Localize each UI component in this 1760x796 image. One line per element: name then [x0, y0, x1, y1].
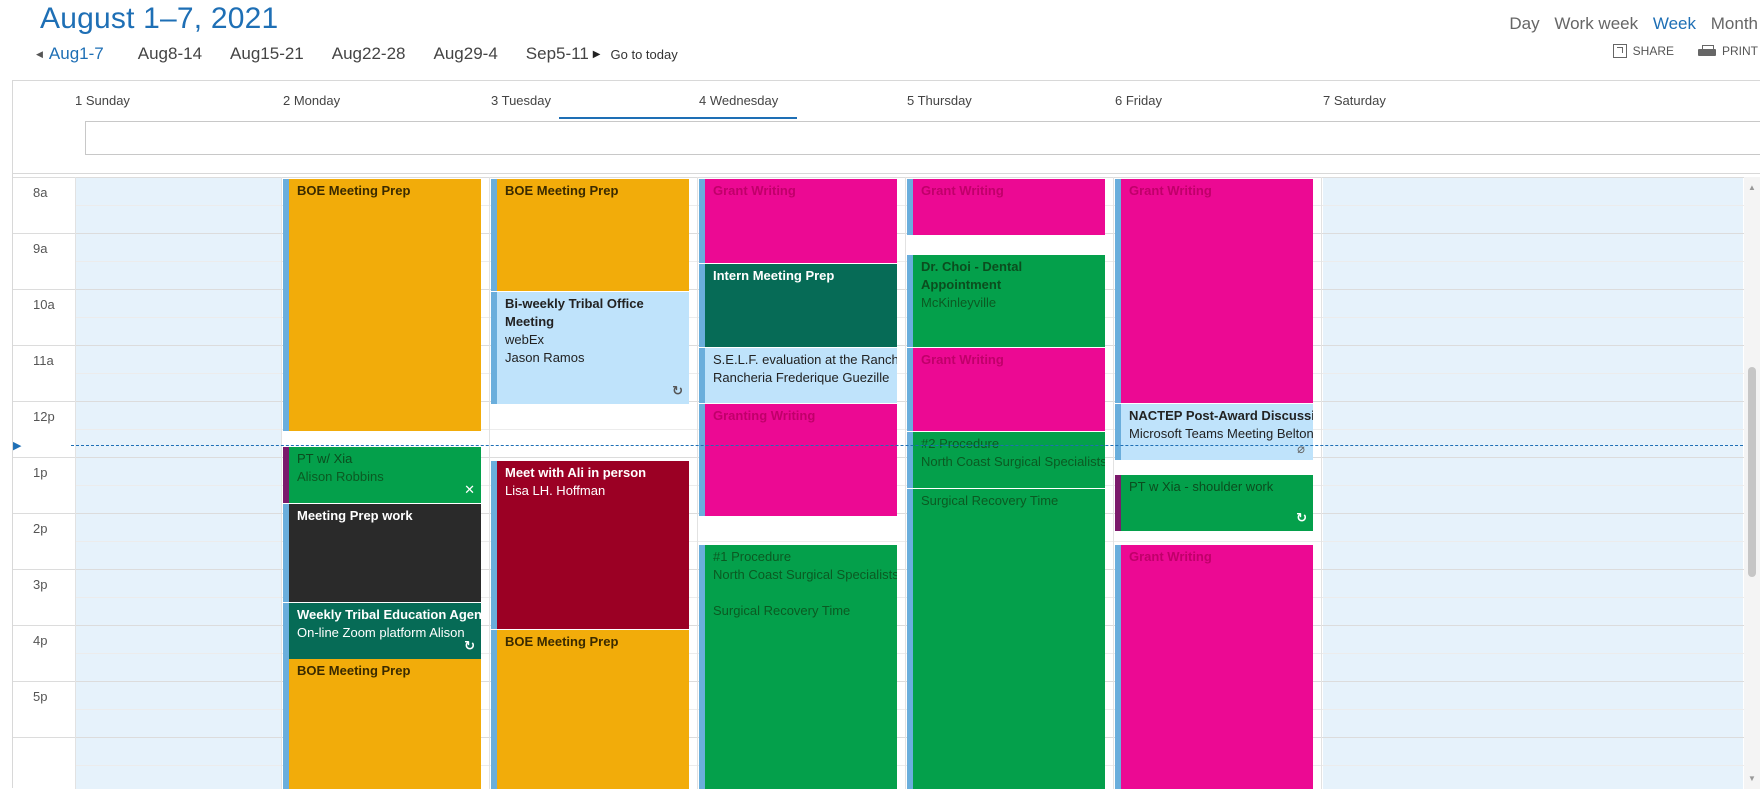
day-header-wednesday[interactable]: 4 Wednesday [699, 93, 778, 108]
week-link-aug22-28[interactable]: Aug22-28 [332, 44, 406, 64]
event-grant-writing[interactable]: Grant Writing [1115, 179, 1313, 403]
week-link-aug8-14[interactable]: Aug8-14 [138, 44, 202, 64]
event-meet-with-ali[interactable]: Meet with Ali in person Lisa LH. Hoffman [491, 461, 689, 629]
event-pt-w-xia-shoulder-work[interactable]: PT w Xia - shoulder work ↻ [1115, 475, 1313, 531]
event-grant-writing[interactable]: Grant Writing [699, 179, 897, 263]
page-title: August 1–7, 2021 [40, 2, 279, 35]
event-surgical-recovery-time[interactable]: Surgical Recovery Time [907, 489, 1105, 789]
recurring-icon: ↻ [1296, 510, 1307, 525]
hour-label: 11a [33, 353, 54, 368]
event-meeting-prep-work[interactable]: Meeting Prep work [283, 504, 481, 602]
event-intern-meeting-prep[interactable]: Intern Meeting Prep [699, 264, 897, 347]
calendar-actions: SHARE PRINT [1612, 44, 1758, 58]
print-label: PRINT [1722, 44, 1758, 58]
hour-label: 8a [33, 185, 48, 200]
event-pt-w-xia[interactable]: PT w/ Xia Alison Robbins ✕ [283, 447, 481, 503]
print-icon [1698, 44, 1716, 58]
event-grant-writing[interactable]: Grant Writing [907, 348, 1105, 431]
week-link-aug15-21[interactable]: Aug15-21 [230, 44, 304, 64]
share-icon [1612, 44, 1627, 58]
event-self-evaluation[interactable]: S.E.L.F. evaluation at the Rancheria Ran… [699, 348, 897, 403]
view-month[interactable]: Month [1711, 14, 1758, 33]
event-grant-writing[interactable]: Grant Writing [1115, 545, 1313, 789]
recurring-exception-icon: ✕ [464, 482, 475, 497]
event-granting-writing[interactable]: Granting Writing [699, 404, 897, 516]
vertical-scrollbar[interactable]: ▲ ▼ [1744, 177, 1760, 789]
event-dr-choi-dental[interactable]: Dr. Choi - Dental Appointment McKinleyvi… [907, 255, 1105, 347]
current-time-line [71, 445, 1753, 446]
hour-label: 3p [33, 577, 48, 592]
event-boe-meeting-prep[interactable]: BOE Meeting Prep [283, 179, 481, 431]
week-link-sep5-11[interactable]: Sep5-11 [526, 44, 589, 64]
all-day-row[interactable] [85, 121, 1760, 155]
day-header-tuesday[interactable]: 3 Tuesday [491, 93, 551, 108]
event-grant-writing[interactable]: Grant Writing [907, 179, 1105, 235]
week-link-aug1-7[interactable]: Aug1-7 [49, 44, 104, 64]
hour-label: 2p [33, 521, 48, 536]
recurring-icon: ↻ [672, 383, 683, 398]
day-header-saturday[interactable]: 7 Saturday [1323, 93, 1386, 108]
week-calendar: 1 Sunday 2 Monday 3 Tuesday 4 Wednesday … [12, 80, 1760, 789]
current-time-marker-icon: ▶ [13, 440, 22, 452]
go-to-today-link[interactable]: Go to today [611, 47, 678, 62]
view-week[interactable]: Week [1653, 14, 1696, 33]
hour-label: 4p [33, 633, 48, 648]
scrollbar-thumb[interactable] [1748, 367, 1756, 577]
hour-label: 1p [33, 465, 48, 480]
event-nactep-post-award[interactable]: NACTEP Post-Award Discussion Microsoft T… [1115, 404, 1313, 460]
hour-label: 10a [33, 297, 55, 312]
day-headers: 1 Sunday 2 Monday 3 Tuesday 4 Wednesday … [13, 81, 1760, 121]
time-grid: 8a 9a 10a 11a 12p 1p 2p 3p 4p 5p BOE Mee… [13, 177, 1753, 789]
hour-label: 5p [33, 689, 48, 704]
attachment-icon: ⌀ [1297, 441, 1305, 456]
event-bi-weekly-tribal-office-meeting[interactable]: Bi-weekly Tribal Office Meeting webEx Ja… [491, 292, 689, 404]
view-work-week[interactable]: Work week [1554, 14, 1638, 33]
event-boe-meeting-prep[interactable]: BOE Meeting Prep [283, 659, 481, 789]
hour-label: 12p [33, 409, 55, 424]
day-column-saturday[interactable] [1323, 177, 1743, 789]
event-weekly-tribal-education[interactable]: Weekly Tribal Education Agenda On-line Z… [283, 603, 481, 659]
day-header-thursday[interactable]: 5 Thursday [907, 93, 972, 108]
scroll-down-icon[interactable]: ▼ [1748, 774, 1756, 783]
print-button[interactable]: PRINT [1698, 44, 1758, 58]
week-navigation: ◀ Aug1-7 Aug8-14 Aug15-21 Aug22-28 Aug29… [36, 44, 678, 64]
week-link-aug29-4[interactable]: Aug29-4 [434, 44, 498, 64]
event-boe-meeting-prep[interactable]: BOE Meeting Prep [491, 179, 689, 291]
recurring-icon: ↻ [464, 638, 475, 653]
share-label: SHARE [1632, 44, 1674, 58]
view-switcher: Day Work week Week Month [1499, 14, 1758, 34]
scroll-up-icon[interactable]: ▲ [1748, 183, 1756, 192]
event-boe-meeting-prep[interactable]: BOE Meeting Prep [491, 630, 689, 789]
share-button[interactable]: SHARE [1612, 44, 1674, 58]
chevron-right-icon[interactable]: ▶ [593, 49, 601, 60]
day-column-sunday[interactable] [75, 177, 281, 789]
view-day[interactable]: Day [1509, 14, 1539, 33]
header-divider [13, 173, 1760, 174]
hour-label: 9a [33, 241, 48, 256]
event-procedure-2[interactable]: #2 Procedure North Coast Surgical Specia… [907, 432, 1105, 488]
day-header-monday[interactable]: 2 Monday [283, 93, 340, 108]
today-indicator [559, 117, 797, 119]
day-header-sunday[interactable]: 1 Sunday [75, 93, 130, 108]
chevron-left-icon[interactable]: ◀ [36, 49, 43, 60]
event-procedure-1[interactable]: #1 Procedure North Coast Surgical Specia… [699, 545, 897, 789]
day-header-friday[interactable]: 6 Friday [1115, 93, 1162, 108]
